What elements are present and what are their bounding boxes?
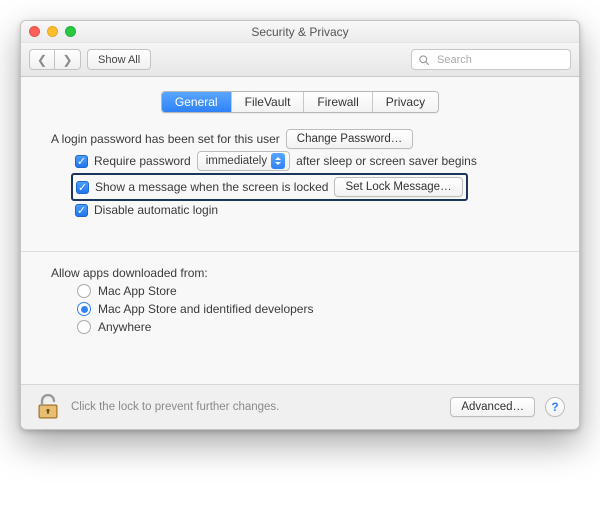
search-field[interactable] — [411, 49, 571, 70]
require-password-checkbox[interactable]: ✓ — [75, 155, 88, 168]
close-icon[interactable] — [29, 26, 40, 37]
divider — [21, 251, 579, 252]
window-title: Security & Privacy — [251, 25, 348, 39]
disable-auto-login-checkbox[interactable]: ✓ — [75, 204, 88, 217]
radio-label-2: Anywhere — [98, 320, 151, 334]
titlebar: Security & Privacy — [21, 21, 579, 43]
back-button[interactable]: ❮ — [29, 49, 55, 70]
tab-firewall[interactable]: Firewall — [304, 92, 372, 112]
search-icon — [418, 54, 430, 66]
tabs: General FileVault Firewall Privacy — [161, 91, 439, 113]
show-all-button[interactable]: Show All — [87, 49, 151, 70]
tab-privacy[interactable]: Privacy — [373, 92, 438, 112]
show-message-checkbox[interactable]: ✓ — [76, 181, 89, 194]
search-input[interactable] — [435, 53, 580, 67]
allow-apps-heading: Allow apps downloaded from: — [51, 266, 557, 280]
disable-auto-login-label: Disable automatic login — [94, 203, 218, 217]
tab-filevault[interactable]: FileVault — [232, 92, 305, 112]
change-password-button[interactable]: Change Password… — [286, 129, 413, 149]
radio-label-1: Mac App Store and identified developers — [98, 302, 313, 316]
tab-general[interactable]: General — [162, 92, 232, 112]
toolbar: ❮ ❯ Show All — [21, 43, 579, 77]
help-button[interactable]: ? — [545, 397, 565, 417]
stepper-icon — [271, 153, 285, 169]
allow-apps-radio-group: Mac App Store Mac App Store and identifi… — [77, 284, 557, 334]
show-message-row-highlight: ✓ Show a message when the screen is lock… — [71, 173, 468, 201]
login-password-section: A login password has been set for this u… — [43, 129, 557, 217]
allow-apps-section: Allow apps downloaded from: Mac App Stor… — [51, 266, 557, 334]
set-lock-message-button[interactable]: Set Lock Message… — [334, 177, 462, 197]
nav-buttons: ❮ ❯ — [29, 49, 81, 70]
chevron-left-icon: ❮ — [37, 54, 47, 66]
chevron-right-icon: ❯ — [62, 54, 72, 66]
show-message-label: Show a message when the screen is locked — [95, 180, 328, 194]
require-password-delay-popup[interactable]: immediately — [197, 151, 290, 171]
preferences-window: Security & Privacy ❮ ❯ Show All General … — [20, 20, 580, 430]
footer: Click the lock to prevent further change… — [21, 384, 579, 429]
require-password-label: Require password — [94, 154, 191, 168]
maximize-icon[interactable] — [65, 26, 76, 37]
radio-label-0: Mac App Store — [98, 284, 177, 298]
lock-help-text: Click the lock to prevent further change… — [71, 401, 440, 413]
radio-anywhere[interactable] — [77, 320, 91, 334]
require-password-tail: after sleep or screen saver begins — [296, 154, 477, 168]
content-pane: General FileVault Firewall Privacy A log… — [21, 77, 579, 384]
radio-identified-developers[interactable] — [77, 302, 91, 316]
radio-mac-app-store[interactable] — [77, 284, 91, 298]
require-password-delay-value: immediately — [206, 155, 267, 167]
minimize-icon[interactable] — [47, 26, 58, 37]
lock-icon[interactable] — [35, 394, 61, 420]
login-password-text: A login password has been set for this u… — [51, 132, 280, 146]
forward-button[interactable]: ❯ — [55, 49, 81, 70]
traffic-lights — [29, 26, 76, 37]
advanced-button[interactable]: Advanced… — [450, 397, 535, 417]
